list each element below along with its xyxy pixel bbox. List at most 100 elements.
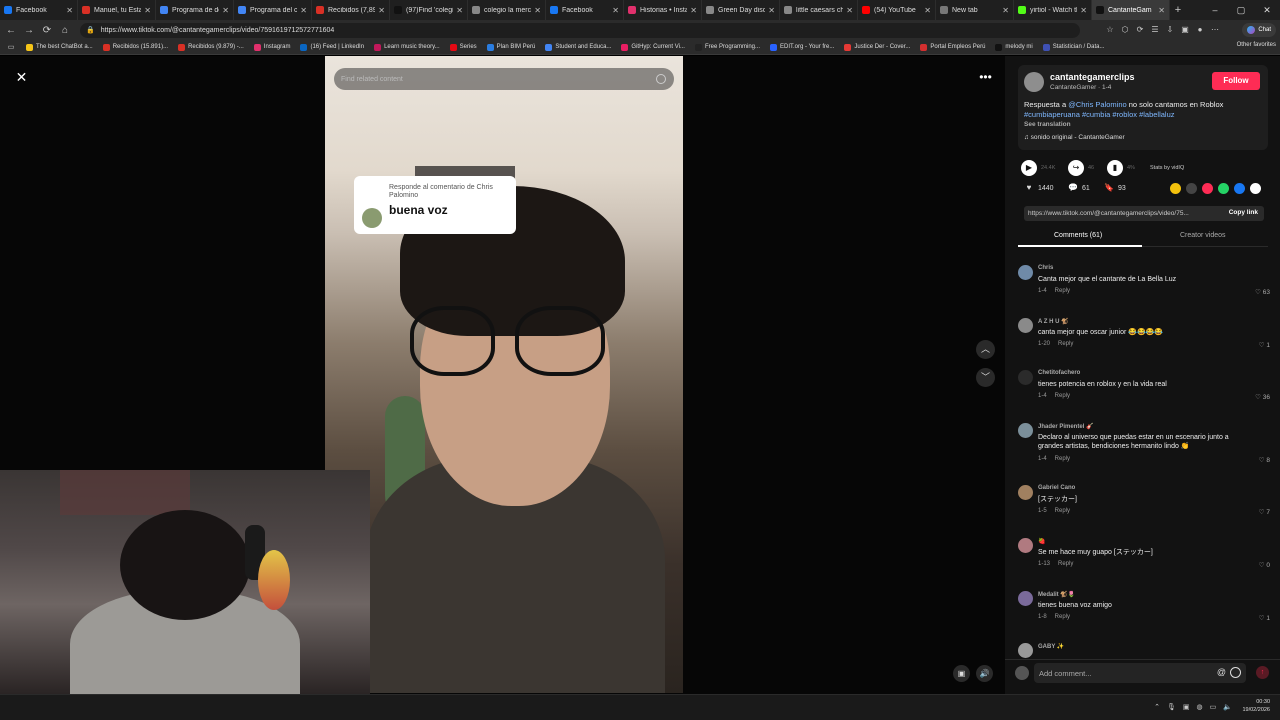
commenter-avatar[interactable] xyxy=(1018,485,1033,500)
send-icon[interactable]: ↑ xyxy=(1256,666,1269,679)
tab-close-icon[interactable]: ✕ xyxy=(846,6,853,15)
bookmark-item[interactable]: Plan BIM Perú xyxy=(486,43,535,51)
comment-like[interactable]: ♡ 1 xyxy=(1259,341,1270,349)
add-comment-input[interactable]: Add comment... @ xyxy=(1034,663,1246,683)
share-arrow-icon[interactable]: ↪ xyxy=(1068,160,1084,176)
browser-tab[interactable]: Manuel, tu Estado✕ xyxy=(78,0,156,20)
commenter-name[interactable]: Chris xyxy=(1038,265,1053,271)
chevron-down-icon[interactable]: ﹀ xyxy=(976,368,995,387)
collections-icon[interactable]: ▣ xyxy=(1180,25,1190,35)
refresh-icon[interactable]: ⟳ xyxy=(40,25,54,36)
browser-tab[interactable]: little caesars chim✕ xyxy=(780,0,858,20)
tab-close-icon[interactable]: ✕ xyxy=(1080,6,1087,15)
bookmark-item[interactable]: Instagram xyxy=(253,43,290,51)
commenter-name[interactable]: Chetitofachero xyxy=(1038,370,1080,376)
comment-like[interactable]: ♡ 8 xyxy=(1259,456,1270,464)
reply-button[interactable]: Reply xyxy=(1055,393,1070,399)
favorites-icon[interactable]: ☰ xyxy=(1150,25,1160,35)
browser-tab[interactable]: New tab ✕ xyxy=(936,0,1014,20)
bookmark-item[interactable]: Student and Educa... xyxy=(545,43,611,51)
tab-close-icon[interactable]: ✕ xyxy=(612,6,619,15)
commenter-name[interactable]: 🍓 xyxy=(1038,538,1045,545)
commenter-avatar[interactable] xyxy=(1018,643,1033,658)
stats-icon[interactable]: ▮ xyxy=(1107,160,1123,176)
close-window-icon[interactable]: ✕ xyxy=(1254,5,1280,16)
reply-button[interactable]: Reply xyxy=(1055,614,1070,620)
search-icon[interactable] xyxy=(656,74,666,84)
reply-button[interactable]: Reply xyxy=(1055,456,1070,462)
author-name[interactable]: cantantegamerclips xyxy=(1050,72,1135,82)
comment-like[interactable]: ♡ 0 xyxy=(1259,561,1270,569)
back-icon[interactable]: ← xyxy=(4,25,18,36)
bookmark-item[interactable]: Learn music theory... xyxy=(374,43,440,51)
reply-button[interactable]: Reply xyxy=(1055,288,1070,294)
extension-icon[interactable]: ⬡ xyxy=(1120,25,1130,35)
bookmark-item[interactable]: The best ChatBot a... xyxy=(26,43,93,51)
tab-close-icon[interactable]: ✕ xyxy=(924,6,931,15)
pip-icon[interactable]: ▣ xyxy=(953,665,970,682)
home-icon[interactable]: ⌂ xyxy=(58,25,72,36)
close-icon[interactable]: ✕ xyxy=(12,68,31,87)
volume-icon[interactable]: 🔊 xyxy=(976,665,993,682)
bookmark-item[interactable]: Recibidos (9.879) -... xyxy=(178,43,244,51)
tab-close-icon[interactable]: ✕ xyxy=(378,6,385,15)
profile-icon[interactable]: ● xyxy=(1195,25,1205,35)
tab-close-icon[interactable]: ✕ xyxy=(690,6,697,15)
bookmarks-folder-icon[interactable]: ▭ xyxy=(4,43,18,51)
save-metric[interactable]: 🔖 93 xyxy=(1104,183,1126,193)
tab-close-icon[interactable]: ✕ xyxy=(300,6,307,15)
browser-tab[interactable]: colegio la merced✕ xyxy=(468,0,546,20)
share-target-icon[interactable] xyxy=(1218,183,1229,194)
commenter-name[interactable]: GABY ✨ xyxy=(1038,643,1064,650)
like-metric[interactable]: ♥ 1440 xyxy=(1024,183,1054,193)
see-translation-link[interactable]: See translation xyxy=(1024,121,1071,128)
commenter-avatar[interactable] xyxy=(1018,423,1033,438)
browser-tab[interactable]: yirtiol - Watch the✕ xyxy=(1014,0,1092,20)
tab-close-icon[interactable]: ✕ xyxy=(456,6,463,15)
follow-button[interactable]: Follow xyxy=(1212,72,1260,90)
share-target-icon[interactable] xyxy=(1170,183,1181,194)
comment-metric[interactable]: 💬 61 xyxy=(1068,183,1090,193)
reply-button[interactable]: Reply xyxy=(1058,561,1073,567)
browser-tab[interactable]: Facebook ✕ xyxy=(0,0,78,20)
emoji-icon[interactable] xyxy=(1230,667,1241,678)
bookmark-item[interactable]: Free Programming... xyxy=(694,43,760,51)
tab-close-icon[interactable]: ✕ xyxy=(768,6,775,15)
tab-close-icon[interactable]: ✕ xyxy=(222,6,229,15)
play-icon[interactable]: ▶ xyxy=(1021,160,1037,176)
tab-comments[interactable]: Comments (61) xyxy=(1054,232,1102,239)
video-link-field[interactable]: https://www.tiktok.com/@cantantegamercli… xyxy=(1024,206,1264,221)
mention-icon[interactable]: @ xyxy=(1217,667,1226,677)
copilot-chat-button[interactable]: Chat xyxy=(1242,23,1276,37)
comment-like[interactable]: ♡ 63 xyxy=(1255,288,1270,296)
author-avatar[interactable] xyxy=(1024,72,1044,92)
copy-link-button[interactable]: Copy link xyxy=(1229,209,1258,216)
reply-button[interactable]: Reply xyxy=(1055,508,1070,514)
bookmark-item[interactable]: Series xyxy=(449,43,477,51)
display-icon[interactable]: ▭ xyxy=(1210,703,1217,711)
bookmark-item[interactable]: GitHyp: Current Vi... xyxy=(621,43,685,51)
commenter-avatar[interactable] xyxy=(1018,591,1033,606)
refresh-extension-icon[interactable]: ⟳ xyxy=(1135,25,1145,35)
tab-close-icon[interactable]: ✕ xyxy=(534,6,541,15)
commenter-name[interactable]: Jhader Pimentel 🎸 xyxy=(1038,423,1094,430)
download-icon[interactable]: ⇩ xyxy=(1165,25,1175,35)
tab-close-icon[interactable]: ✕ xyxy=(1002,6,1009,15)
share-target-icon[interactable] xyxy=(1202,183,1213,194)
browser-tab[interactable]: Recibidos (7,898)✕ xyxy=(312,0,390,20)
bookmark-item[interactable]: Recibidos (15.891)... xyxy=(102,43,168,51)
share-target-icon[interactable] xyxy=(1250,183,1261,194)
commenter-avatar[interactable] xyxy=(1018,370,1033,385)
video-player[interactable] xyxy=(325,56,683,693)
mic-icon[interactable]: 🎙 xyxy=(1167,703,1176,711)
comment-like[interactable]: ♡ 7 xyxy=(1259,508,1270,516)
new-tab-button[interactable]: + xyxy=(1170,4,1186,16)
clock[interactable]: 00:30 19/02/2026 xyxy=(1242,699,1270,714)
commenter-name[interactable]: Gabriel Cano xyxy=(1038,485,1075,491)
menu-dots-icon[interactable]: ⋯ xyxy=(1210,25,1220,35)
star-icon[interactable]: ☆ xyxy=(1105,25,1115,35)
commenter-avatar[interactable] xyxy=(1018,538,1033,553)
browser-tab[interactable]: Facebook ✕ xyxy=(546,0,624,20)
commenter-avatar[interactable] xyxy=(1018,265,1033,280)
hashtags[interactable]: #cumbiaperuana #cumbia #roblox #labellal… xyxy=(1024,110,1175,119)
